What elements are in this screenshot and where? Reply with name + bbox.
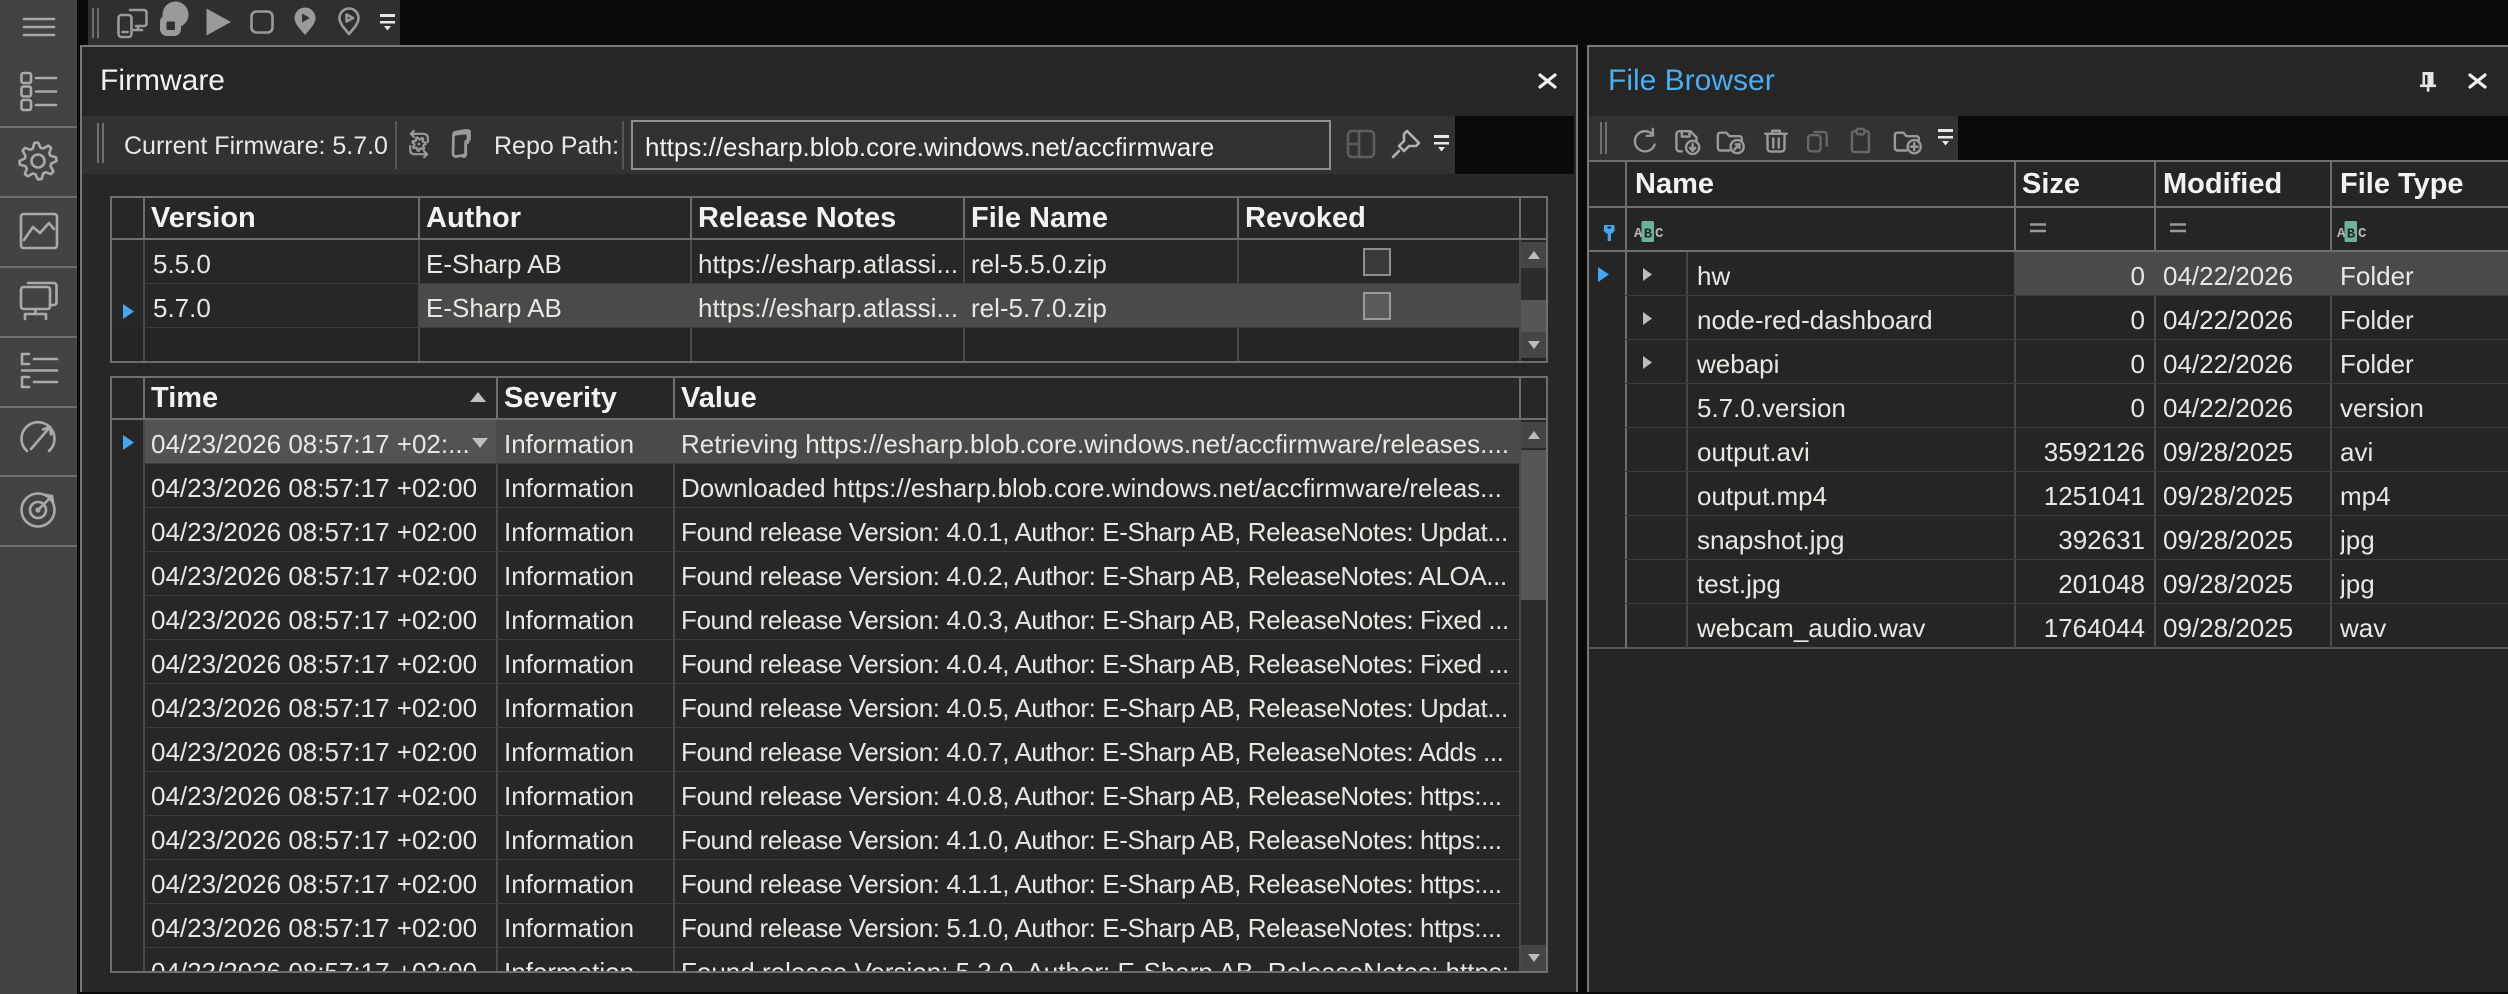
svg-text:B: B <box>2347 227 2356 243</box>
svg-text:B: B <box>1644 227 1653 243</box>
svg-text:C: C <box>1655 226 1664 242</box>
svg-text:C: C <box>2358 226 2367 242</box>
